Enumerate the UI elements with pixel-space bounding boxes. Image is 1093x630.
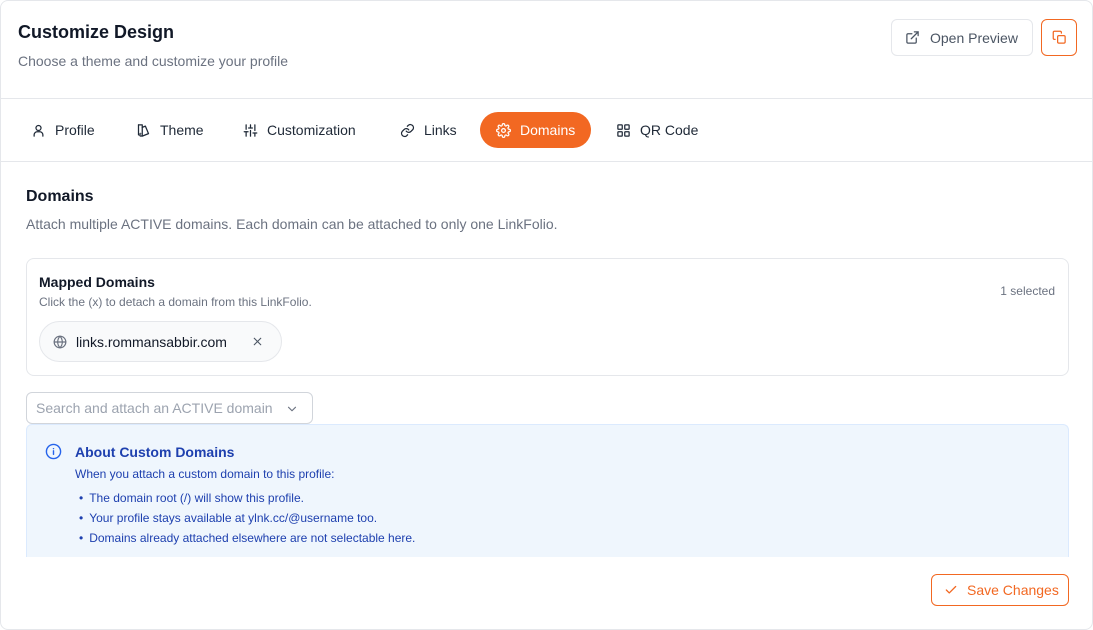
info-list: The domain root (/) will show this profi… — [79, 490, 415, 550]
customize-design-card: Customize Design Choose a theme and cust… — [0, 0, 1093, 630]
tab-label: Customization — [267, 122, 356, 138]
tab-label: Domains — [520, 122, 576, 138]
user-icon — [31, 123, 46, 138]
info-intro: When you attach a custom domain to this … — [75, 467, 335, 481]
open-preview-label: Open Preview — [930, 29, 1018, 46]
domain-chip: links.rommansabbir.com — [39, 321, 282, 362]
tab-label: Theme — [160, 122, 204, 138]
gear-icon — [496, 122, 511, 138]
copy-button[interactable] — [1041, 19, 1077, 56]
info-title: About Custom Domains — [75, 444, 235, 460]
domain-search-placeholder: Search and attach an ACTIVE domain — [36, 400, 273, 416]
save-changes-label: Save Changes — [967, 582, 1059, 598]
tab-qr-code[interactable]: QR Code — [600, 112, 714, 148]
tab-theme[interactable]: Theme — [120, 112, 220, 148]
tab-profile[interactable]: Profile — [15, 112, 111, 148]
close-icon[interactable] — [251, 335, 264, 348]
save-changes-button[interactable]: Save Changes — [931, 574, 1069, 606]
external-link-icon — [905, 30, 920, 45]
page-subtitle: Choose a theme and customize your profil… — [18, 53, 289, 69]
tab-label: QR Code — [640, 122, 699, 138]
chevron-down-icon — [285, 402, 299, 416]
list-item: Your profile stays available at ylnk.cc/… — [79, 510, 415, 530]
sliders-icon — [243, 123, 258, 138]
card-header: Customize Design Choose a theme and cust… — [1, 1, 1092, 99]
section-title: Domains — [26, 188, 94, 205]
palette-icon — [136, 123, 151, 138]
open-preview-button[interactable]: Open Preview — [891, 19, 1033, 56]
list-item: The domain root (/) will show this profi… — [79, 490, 415, 510]
copy-icon — [1052, 30, 1067, 45]
tab-domains[interactable]: Domains — [480, 112, 592, 148]
mapped-domains-hint: Click the (x) to detach a domain from th… — [39, 295, 312, 309]
domain-search-select[interactable]: Search and attach an ACTIVE domain — [26, 392, 313, 424]
qr-code-icon — [616, 123, 631, 138]
mapped-domains-title: Mapped Domains — [39, 274, 155, 290]
check-icon — [944, 583, 958, 597]
domain-chip-label: links.rommansabbir.com — [76, 333, 227, 350]
selected-count: 1 selected — [1000, 284, 1055, 298]
tab-label: Links — [424, 122, 457, 138]
tab-bar: Profile Theme Customization Links Domain… — [1, 99, 1092, 162]
tab-customization[interactable]: Customization — [227, 112, 372, 148]
list-item: Domains already attached elsewhere are n… — [79, 530, 415, 550]
tab-label: Profile — [55, 122, 95, 138]
page-title: Customize Design — [18, 22, 175, 42]
mapped-domains-panel: Mapped Domains Click the (x) to detach a… — [26, 258, 1069, 376]
section-description: Attach multiple ACTIVE domains. Each dom… — [26, 216, 558, 232]
info-icon — [45, 443, 62, 460]
tab-links[interactable]: Links — [384, 112, 473, 148]
link-icon — [400, 123, 415, 138]
globe-icon — [53, 335, 67, 349]
custom-domains-info: About Custom Domains When you attach a c… — [26, 424, 1069, 557]
